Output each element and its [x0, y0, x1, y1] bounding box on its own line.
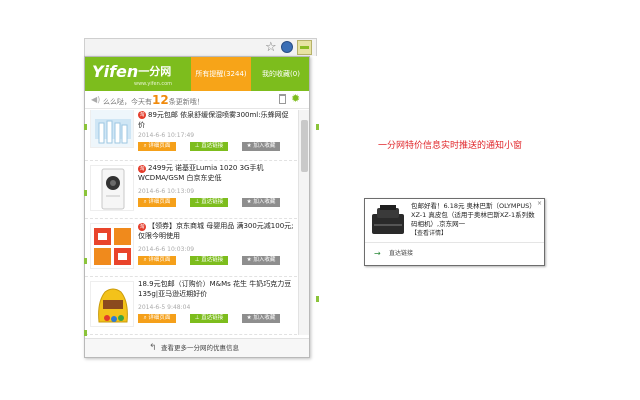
product-image[interactable]: [90, 223, 134, 269]
deal-time: 2014-6-6 10:03:09: [138, 246, 195, 253]
direct-link-button[interactable]: ⊥ 直达链接: [190, 198, 228, 207]
update-notice: ◀) 么么哒，今天有12条更新哦！ ✹: [85, 91, 309, 109]
deal-time: 2014-6-6 10:13:09: [138, 188, 195, 195]
direct-link-button[interactable]: ⊥ 直达链接: [190, 256, 228, 265]
deal-list: 淘 89元包邮 依泉舒缓保湿喷雾300ml:乐蜂网促价 2014-6-6 10:…: [85, 110, 297, 335]
add-favorite-button[interactable]: ★ 加入收藏: [242, 256, 280, 265]
deal-actions: ⌕ 详细页面 ⊥ 直达链接 ★ 加入收藏: [138, 142, 297, 151]
return-arrow-icon: ↰: [149, 343, 157, 353]
screenshot-stage: ☆ Yifen一分网 www.yifen.com 所有提醒(3244) 我的收藏…: [0, 0, 640, 400]
list-item[interactable]: 淘 89元包邮 依泉舒缓保湿喷雾300ml:乐蜂网促价 2014-6-6 10:…: [85, 110, 297, 161]
detail-button[interactable]: ⌕ 详细页面: [138, 314, 176, 323]
detail-label: 详细页面: [148, 143, 171, 149]
more-deals-link[interactable]: 查看更多一分网的优惠信息: [161, 344, 239, 353]
deal-actions: ⌕ 详细页面 ⊥ 直达链接 ★ 加入收藏: [138, 314, 297, 323]
close-icon[interactable]: ×: [537, 200, 542, 208]
product-image[interactable]: [90, 281, 134, 327]
detail-label: 详细页面: [148, 315, 171, 321]
detail-label: 详细页面: [148, 257, 171, 263]
desktop-notification[interactable]: 包邮好看！6.18元 奥林巴斯（OLYMPUS） XZ-1 真皮包（适用于奥林巴…: [364, 198, 545, 266]
direct-label: 直达链接: [201, 315, 224, 321]
tab-my-favorites[interactable]: 我的收藏(0): [251, 57, 309, 91]
page-edge-mark: [84, 330, 87, 336]
gear-icon[interactable]: ✹: [291, 92, 300, 106]
bookmark-star-icon[interactable]: ☆: [265, 40, 277, 56]
product-image[interactable]: [90, 165, 134, 211]
yifen-logo[interactable]: Yifen一分网: [92, 64, 171, 80]
yifen-popup: Yifen一分网 www.yifen.com 所有提醒(3244) 我的收藏(0…: [84, 56, 310, 358]
direct-link-button[interactable]: ⊥ 直达链接: [190, 142, 228, 151]
list-item[interactable]: 18.9元包邮（订购价）M&Ms 花生 牛奶巧克力豆 135g|亚马逊近期好价 …: [85, 277, 297, 335]
add-favorite-button[interactable]: ★ 加入收藏: [242, 198, 280, 207]
deal-time: 2014-6-6 10:17:49: [138, 132, 195, 139]
deal-time: 2014-6-5 9:48:04: [138, 304, 191, 311]
detail-label: 详细页面: [148, 199, 171, 205]
deal-title[interactable]: 【领券】京东商城 母婴用品 满300元减100元;仅限今明使用: [138, 221, 295, 241]
page-edge-mark: [84, 258, 87, 264]
detail-button[interactable]: ⌕ 详细页面: [138, 256, 176, 265]
fav-label: 加入收藏: [253, 199, 276, 205]
popup-header: Yifen一分网 www.yifen.com 所有提醒(3244) 我的收藏(0…: [85, 57, 309, 91]
notice-prefix: 么么哒，今天有: [103, 98, 152, 106]
more-deals-footer[interactable]: ↰ 查看更多一分网的优惠信息: [85, 338, 309, 357]
direct-link-button[interactable]: ⊥ 直达链接: [190, 314, 228, 323]
fav-label: 加入收藏: [253, 257, 276, 263]
scrollbar-thumb[interactable]: [301, 120, 308, 172]
add-favorite-button[interactable]: ★ 加入收藏: [242, 142, 280, 151]
notification-text: 包邮好看！6.18元 奥林巴斯（OLYMPUS） XZ-1 真皮包（适用于奥林巴…: [411, 202, 536, 228]
notice-suffix: 条更新哦！: [168, 98, 204, 106]
logo-cn: 一分网: [138, 65, 172, 78]
notice-count: 12: [152, 93, 169, 107]
view-details-link[interactable]: 【查看详情】: [411, 230, 447, 238]
notification-product-image: [368, 202, 408, 240]
deal-title[interactable]: 2499元 诺基亚Lumia 1020 3G手机 WCDMA/GSM 白京东史低: [138, 163, 295, 183]
yifen-extension-icon[interactable]: [297, 40, 312, 55]
logo-text: Yifen: [92, 62, 139, 81]
page-edge-mark: [316, 296, 319, 302]
speaker-icon: ◀): [91, 95, 101, 104]
deal-title[interactable]: 18.9元包邮（订购价）M&Ms 花生 牛奶巧克力豆 135g|亚马逊近期好价: [138, 279, 295, 299]
direct-label: 直达链接: [201, 143, 224, 149]
detail-button[interactable]: ⌕ 详细页面: [138, 142, 176, 151]
deal-actions: ⌕ 详细页面 ⊥ 直达链接 ★ 加入收藏: [138, 256, 297, 265]
detail-button[interactable]: ⌕ 详细页面: [138, 198, 176, 207]
deal-title[interactable]: 89元包邮 依泉舒缓保湿喷雾300ml:乐蜂网促价: [138, 110, 295, 130]
notification-divider: [365, 242, 544, 243]
extension-globe-icon[interactable]: [281, 41, 293, 53]
list-scrollbar[interactable]: [298, 110, 309, 335]
fav-label: 加入收藏: [253, 315, 276, 321]
page-edge-mark: [316, 124, 319, 130]
browser-toolbar: ☆: [84, 38, 317, 56]
product-image[interactable]: [90, 110, 134, 148]
fav-label: 加入收藏: [253, 143, 276, 149]
list-item[interactable]: 淘 2499元 诺基亚Lumia 1020 3G手机 WCDMA/GSM 白京东…: [85, 161, 297, 219]
direct-label: 直达链接: [201, 257, 224, 263]
notification-direct-link[interactable]: 直达链接: [389, 250, 413, 258]
list-item[interactable]: 淘 【领券】京东商城 母婴用品 满300元减100元;仅限今明使用 2014-6…: [85, 219, 297, 277]
page-edge-mark: [84, 190, 87, 196]
add-favorite-button[interactable]: ★ 加入收藏: [242, 314, 280, 323]
feature-caption: 一分网特价信息实时推送的通知小窗: [378, 141, 523, 151]
logo-url: www.yifen.com: [134, 81, 173, 87]
page-edge-mark: [84, 124, 87, 130]
notice-text: 么么哒，今天有12条更新哦！: [103, 94, 204, 108]
trash-icon[interactable]: [279, 94, 286, 104]
direct-label: 直达链接: [201, 199, 224, 205]
tab-all-alerts[interactable]: 所有提醒(3244): [191, 57, 251, 91]
arrow-right-icon: →: [374, 249, 381, 258]
deal-actions: ⌕ 详细页面 ⊥ 直达链接 ★ 加入收藏: [138, 198, 297, 207]
